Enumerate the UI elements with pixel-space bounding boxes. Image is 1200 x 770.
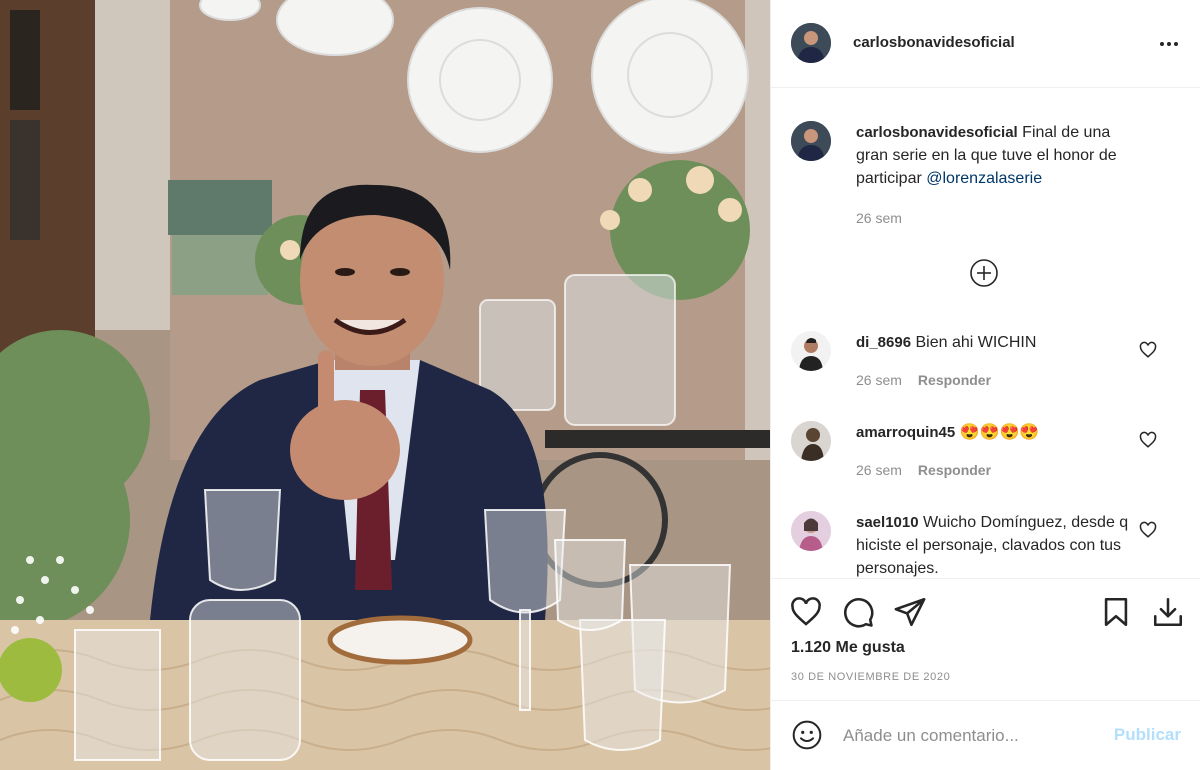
comment-body: sael1010 Wuicho Domínguez, desde q hicis… [856,511,1146,578]
caption-username[interactable]: carlosbonavidesoficial [856,124,1018,141]
comment-text: Bien ahi WICHIN [911,334,1037,351]
comment-item: sael1010 Wuicho Domínguez, desde q hicis… [791,511,1181,578]
download-icon[interactable] [1151,595,1185,629]
share-send-icon[interactable] [893,595,927,629]
emoji-icon[interactable] [791,719,823,751]
bookmark-icon[interactable] [1099,595,1133,629]
publish-button[interactable]: Publicar [1114,725,1181,745]
comment-input[interactable] [841,721,1105,751]
more-horizontal-icon[interactable] [1157,34,1181,54]
comment-username[interactable]: sael1010 [856,514,919,531]
like-comment-heart-icon[interactable] [1139,341,1157,359]
comment-avatar[interactable] [791,511,831,551]
like-comment-heart-icon[interactable] [1139,521,1157,539]
heart-icon[interactable] [789,595,823,629]
comment-meta: 26 sem Responder [856,462,1007,478]
caption-mention[interactable]: @lorenzalaserie [926,170,1042,187]
comment-time[interactable]: 26 sem [856,462,902,478]
profile-avatar[interactable] [791,23,831,63]
post-side-panel: carlosbonavidesoficial carlosbonavidesof… [770,0,1200,770]
post-photo[interactable] [0,0,770,770]
comment-username[interactable]: amarroquin45 [856,424,955,441]
post-date[interactable]: 30 DE NOVIEMBRE DE 2020 [791,671,950,683]
avatar-illustration [791,23,831,63]
caption-body: carlosbonavidesoficial Final de una gran… [856,121,1146,190]
comment-body: amarroquin45 😍😍😍😍 [856,421,1146,444]
caption-time[interactable]: 26 sem [856,210,902,226]
like-comment-heart-icon[interactable] [1139,431,1157,449]
header-username[interactable]: carlosbonavidesoficial [853,34,1015,51]
comment-item: amarroquin45 😍😍😍😍 26 sem Responder [791,421,1181,491]
comment-text: 😍😍😍😍 [955,424,1040,441]
post-header: carlosbonavidesoficial [771,0,1200,88]
comment-username[interactable]: di_8696 [856,334,911,351]
comment-avatar[interactable] [791,331,831,371]
comment-item: di_8696 Bien ahi WICHIN 26 sem Responder [791,331,1181,401]
post-actions: 1.120 Me gusta 30 DE NOVIEMBRE DE 2020 [771,578,1200,719]
instagram-post-view: carlosbonavidesoficial carlosbonavidesof… [0,0,1200,770]
add-comment-bar: Publicar [771,700,1200,770]
plus-circle-icon[interactable] [969,258,999,288]
comment-time[interactable]: 26 sem [856,372,902,388]
caption: carlosbonavidesoficial Final de una gran… [791,121,1181,231]
photo-illustration [0,0,770,770]
comment-avatar[interactable] [791,421,831,461]
reply-button[interactable]: Responder [918,372,991,388]
comments-list[interactable]: carlosbonavidesoficial Final de una gran… [771,88,1200,578]
comment-icon[interactable] [841,595,875,629]
reply-button[interactable]: Responder [918,462,991,478]
likes-count[interactable]: 1.120 Me gusta [791,639,905,657]
caption-avatar[interactable] [791,121,831,161]
comment-body: di_8696 Bien ahi WICHIN [856,331,1146,354]
comment-meta: 26 sem Responder [856,372,1007,388]
caption-meta: 26 sem [856,210,918,226]
